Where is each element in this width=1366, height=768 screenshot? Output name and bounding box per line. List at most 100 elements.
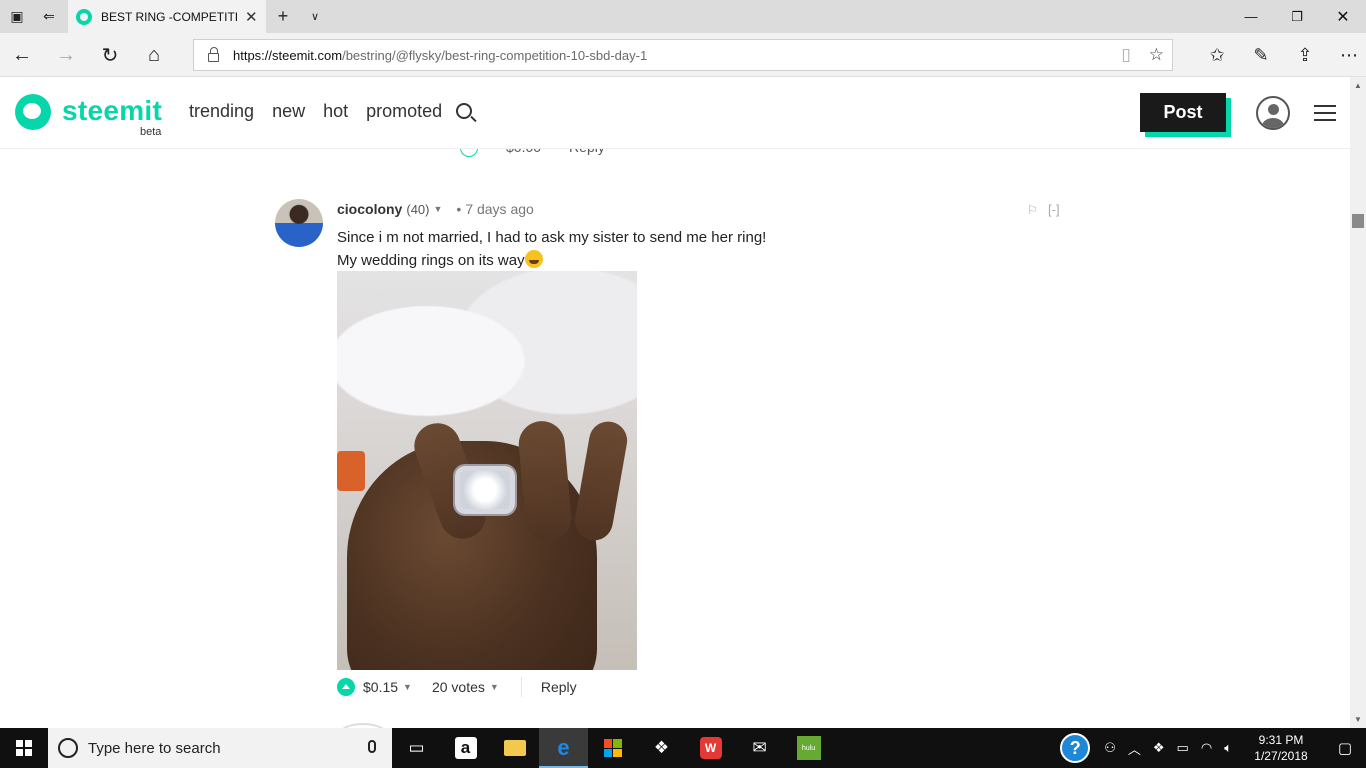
post-button[interactable]: Post: [1140, 93, 1226, 132]
share-icon[interactable]: ⇪: [1283, 45, 1327, 66]
photo-ring: [455, 466, 515, 514]
clock[interactable]: 9:31 PM 1/27/2018: [1244, 732, 1318, 764]
comment-payout[interactable]: $0.15: [363, 679, 398, 695]
comment-text-line: Since i m not married, I had to ask my s…: [337, 229, 767, 246]
close-window-icon[interactable]: ✕: [1320, 0, 1366, 33]
page-content: $0.00 Reply ciocolony (40) ▼ • 7 days ag…: [0, 149, 1350, 728]
task-view-icon[interactable]: ▭: [392, 728, 441, 768]
start-button[interactable]: [0, 728, 48, 768]
url-input[interactable]: https://steemit.com/bestring/@flysky/bes…: [193, 39, 1173, 71]
comment-text-line: My wedding rings on its way: [337, 252, 525, 269]
ring-photo[interactable]: [337, 271, 637, 670]
scroll-down-icon[interactable]: ▼: [1354, 715, 1362, 724]
tab-close-icon[interactable]: ✕: [245, 8, 258, 26]
address-bar-row: ← → ↻ ⌂ https://steemit.com/bestring/@fl…: [0, 33, 1366, 77]
page-scrollbar[interactable]: ▲ ▼: [1350, 77, 1366, 728]
clock-date: 1/27/2018: [1254, 749, 1308, 763]
comment-body: Since i m not married, I had to ask my s…: [337, 226, 766, 272]
refresh-icon[interactable]: ↻: [88, 33, 132, 77]
search-icon[interactable]: [456, 103, 472, 119]
comment-header: ciocolony (40) ▼ • 7 days ago: [337, 201, 534, 217]
menu-icon[interactable]: [1314, 105, 1336, 121]
author-menu-chevron-icon[interactable]: ▼: [433, 204, 442, 214]
volume-icon[interactable]: 🔈︎: [1224, 740, 1232, 756]
comment-dot: •: [456, 201, 462, 217]
comment-author[interactable]: ciocolony: [337, 201, 402, 217]
steemit-favicon-icon: [76, 8, 92, 25]
tab-preview-icon[interactable]: ⇐: [32, 0, 66, 33]
photo-finger: [571, 418, 631, 544]
comment-footer: $0.15 ▼ 20 votes ▼ Reply: [337, 677, 577, 697]
logo-text[interactable]: steemit: [62, 95, 162, 127]
flag-icon[interactable]: ⚐: [1027, 203, 1038, 217]
microphone-icon[interactable]: [368, 740, 376, 753]
windows-logo-icon: [16, 740, 32, 756]
scroll-thumb[interactable]: [1352, 214, 1364, 228]
new-tab-icon[interactable]: +: [266, 0, 300, 33]
photo-orange-object: [337, 451, 365, 491]
action-center-icon[interactable]: ▢: [1324, 739, 1366, 757]
url-host: https://steemit.com: [233, 47, 343, 63]
taskbar-search[interactable]: Type here to search: [48, 728, 392, 768]
dropbox-tray-icon[interactable]: ❖: [1153, 740, 1165, 756]
restore-icon[interactable]: ❐: [1274, 0, 1320, 33]
more-icon[interactable]: ⋯: [1327, 45, 1366, 66]
taskbar-search-placeholder: Type here to search: [88, 739, 221, 757]
web-note-icon[interactable]: ✎: [1239, 45, 1283, 66]
upvote-icon[interactable]: [337, 678, 355, 696]
nav-trending[interactable]: trending: [189, 101, 254, 122]
back-icon[interactable]: ←: [0, 33, 44, 77]
battery-icon[interactable]: ▭: [1177, 740, 1189, 756]
scroll-up-icon[interactable]: ▲: [1354, 81, 1362, 90]
steemit-logo-icon[interactable]: [15, 94, 51, 130]
photo-finger: [516, 419, 574, 543]
tab-set-aside-icon[interactable]: ▣: [0, 0, 34, 33]
comment-author-avatar[interactable]: [275, 199, 323, 247]
previous-reply-link[interactable]: Reply: [569, 149, 605, 157]
favorites-icon[interactable]: ✩: [1195, 45, 1239, 66]
reading-view-icon[interactable]: ▯: [1121, 45, 1130, 65]
nav-new[interactable]: new: [272, 101, 305, 122]
wps-office-icon[interactable]: W: [686, 728, 735, 768]
tab-title: BEST RING -COMPETITI: [101, 9, 239, 24]
favorite-star-icon[interactable]: ☆: [1149, 45, 1164, 65]
comment-timestamp[interactable]: 7 days ago: [465, 201, 534, 217]
forward-icon[interactable]: →: [44, 33, 88, 77]
edge-browser-icon[interactable]: e: [539, 728, 588, 768]
home-icon[interactable]: ⌂: [132, 33, 176, 77]
payout-chevron-icon[interactable]: ▼: [403, 682, 412, 692]
nav-promoted[interactable]: promoted: [366, 101, 442, 122]
cortana-icon: [58, 738, 78, 758]
tab-bar: ▣ ⇐ BEST RING -COMPETITI ✕ + ∨ — ❐ ✕: [0, 0, 1366, 33]
author-reputation: (40): [406, 201, 430, 217]
wifi-icon[interactable]: ◠: [1201, 740, 1212, 756]
upvote-icon[interactable]: [460, 149, 478, 157]
dropbox-icon[interactable]: ❖: [637, 728, 686, 768]
tab-active[interactable]: BEST RING -COMPETITI ✕: [68, 0, 266, 33]
hulu-label: hulu: [796, 736, 821, 760]
lock-icon: [208, 47, 219, 62]
hulu-app-icon[interactable]: hulu: [784, 728, 833, 768]
user-avatar-icon[interactable]: [1256, 96, 1290, 130]
show-hidden-icons-chevron-icon[interactable]: ︿: [1128, 739, 1141, 758]
mail-icon[interactable]: ✉: [735, 728, 784, 768]
footer-divider: [520, 677, 522, 697]
windows-taskbar: Type here to search ▭ a e ❖ W ✉ hulu ? ⚇…: [0, 728, 1366, 768]
collapse-toggle[interactable]: [-]: [1048, 202, 1060, 217]
system-tray: ? ⚇ ︿ ❖ ▭ ◠ 🔈︎ 9:31 PM 1/27/2018 ▢: [1060, 728, 1366, 768]
nav-hot[interactable]: hot: [323, 101, 348, 122]
previous-payout[interactable]: $0.00: [506, 149, 541, 157]
store-icon[interactable]: [588, 728, 637, 768]
file-explorer-icon[interactable]: [490, 728, 539, 768]
vote-count[interactable]: 20 votes: [432, 679, 485, 695]
tab-list-chevron-icon[interactable]: ∨: [298, 0, 332, 33]
amazon-icon[interactable]: a: [441, 728, 490, 768]
previous-comment-footer: $0.00 Reply: [460, 149, 605, 157]
minimize-icon[interactable]: —: [1228, 0, 1274, 33]
people-icon[interactable]: ⚇: [1104, 740, 1116, 756]
url-path: /bestring/@flysky/best-ring-competition-…: [342, 47, 648, 63]
reply-link[interactable]: Reply: [541, 679, 577, 695]
main-nav: trending new hot promoted: [189, 101, 442, 122]
help-icon[interactable]: ?: [1060, 733, 1091, 763]
votes-chevron-icon[interactable]: ▼: [490, 682, 499, 692]
